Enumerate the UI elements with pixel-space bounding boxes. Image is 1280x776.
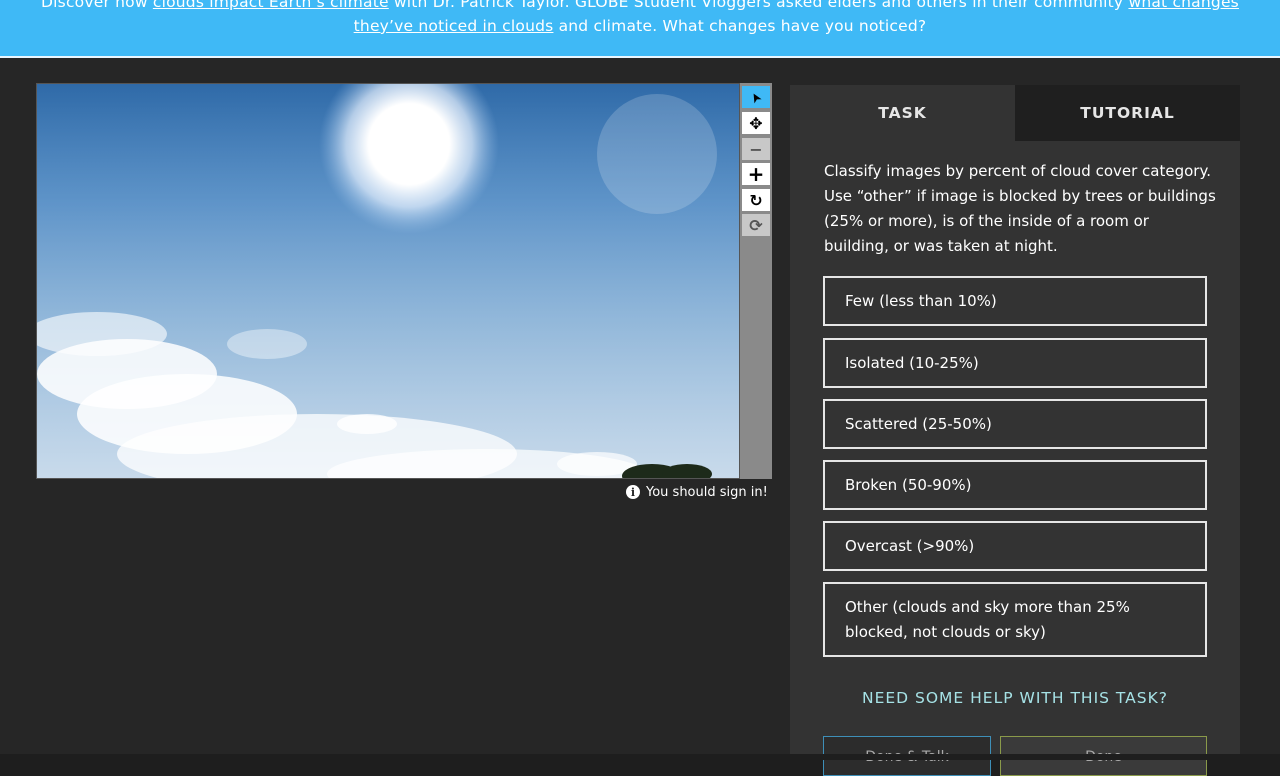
answer-other[interactable]: Other (clouds and sky more than 25% bloc…	[823, 582, 1207, 657]
cursor-arrow-icon: ➤	[746, 88, 766, 106]
banner-text-part2: with Dr. Patrick Taylor. GLOBE Student V…	[388, 0, 1129, 11]
subject-image[interactable]	[36, 83, 740, 479]
annotate-tool-button[interactable]: ➤	[742, 86, 770, 108]
plus-icon: +	[747, 162, 765, 186]
answer-scattered[interactable]: Scattered (25-50%)	[823, 399, 1207, 449]
answer-few[interactable]: Few (less than 10%)	[823, 276, 1207, 326]
move-tool-button[interactable]: ✥	[742, 112, 770, 134]
task-instructions: Classify images by percent of cloud cove…	[824, 162, 1216, 255]
signin-notice-text: You should sign in!	[646, 484, 768, 500]
signin-notice: i You should sign in!	[626, 483, 774, 501]
rotate-button[interactable]: ↻	[742, 189, 770, 211]
zoom-in-button[interactable]: +	[742, 162, 770, 186]
tree-silhouette	[622, 464, 712, 478]
answer-label: Scattered (25-50%)	[845, 414, 992, 433]
zoom-out-button[interactable]: −	[742, 138, 770, 160]
banner-text-part3: and climate. What changes have you notic…	[553, 17, 927, 35]
task-panel: TASK TUTORIAL Classify images by percent…	[790, 85, 1240, 776]
minus-icon: −	[749, 139, 763, 159]
banner-text-part1: Discover how	[41, 0, 153, 11]
help-link[interactable]: NEED SOME HELP WITH THIS TASK?	[790, 689, 1240, 707]
window-bottom-edge	[0, 754, 1280, 760]
announcement-banner: Discover how clouds impact Earth’s clima…	[0, 0, 1280, 58]
banner-link-climate[interactable]: clouds impact Earth’s climate	[153, 0, 389, 11]
answer-isolated[interactable]: Isolated (10-25%)	[823, 338, 1207, 388]
banner-text: Discover how clouds impact Earth’s clima…	[20, 0, 1260, 38]
tab-tutorial[interactable]: TUTORIAL	[1015, 85, 1240, 141]
answer-label: Overcast (>90%)	[845, 536, 975, 555]
answer-label: Isolated (10-25%)	[845, 353, 979, 372]
sky-photo	[37, 84, 739, 478]
answer-broken[interactable]: Broken (50-90%)	[823, 460, 1207, 510]
answer-label: Broken (50-90%)	[845, 475, 972, 494]
task-tabs: TASK TUTORIAL	[790, 85, 1240, 141]
answer-overcast[interactable]: Overcast (>90%)	[823, 521, 1207, 571]
tab-task[interactable]: TASK	[790, 85, 1015, 141]
move-arrows-icon: ✥	[749, 113, 763, 133]
refresh-icon: ⟳	[749, 215, 763, 235]
answer-label: Other (clouds and sky more than 25% bloc…	[845, 597, 1130, 641]
answer-label: Few (less than 10%)	[845, 291, 997, 310]
info-icon: i	[626, 485, 640, 499]
reset-button[interactable]: ⟳	[742, 214, 770, 236]
rotate-icon: ↻	[749, 190, 763, 210]
image-toolbar: ➤ ✥ − + ↻ ⟳	[740, 83, 772, 479]
